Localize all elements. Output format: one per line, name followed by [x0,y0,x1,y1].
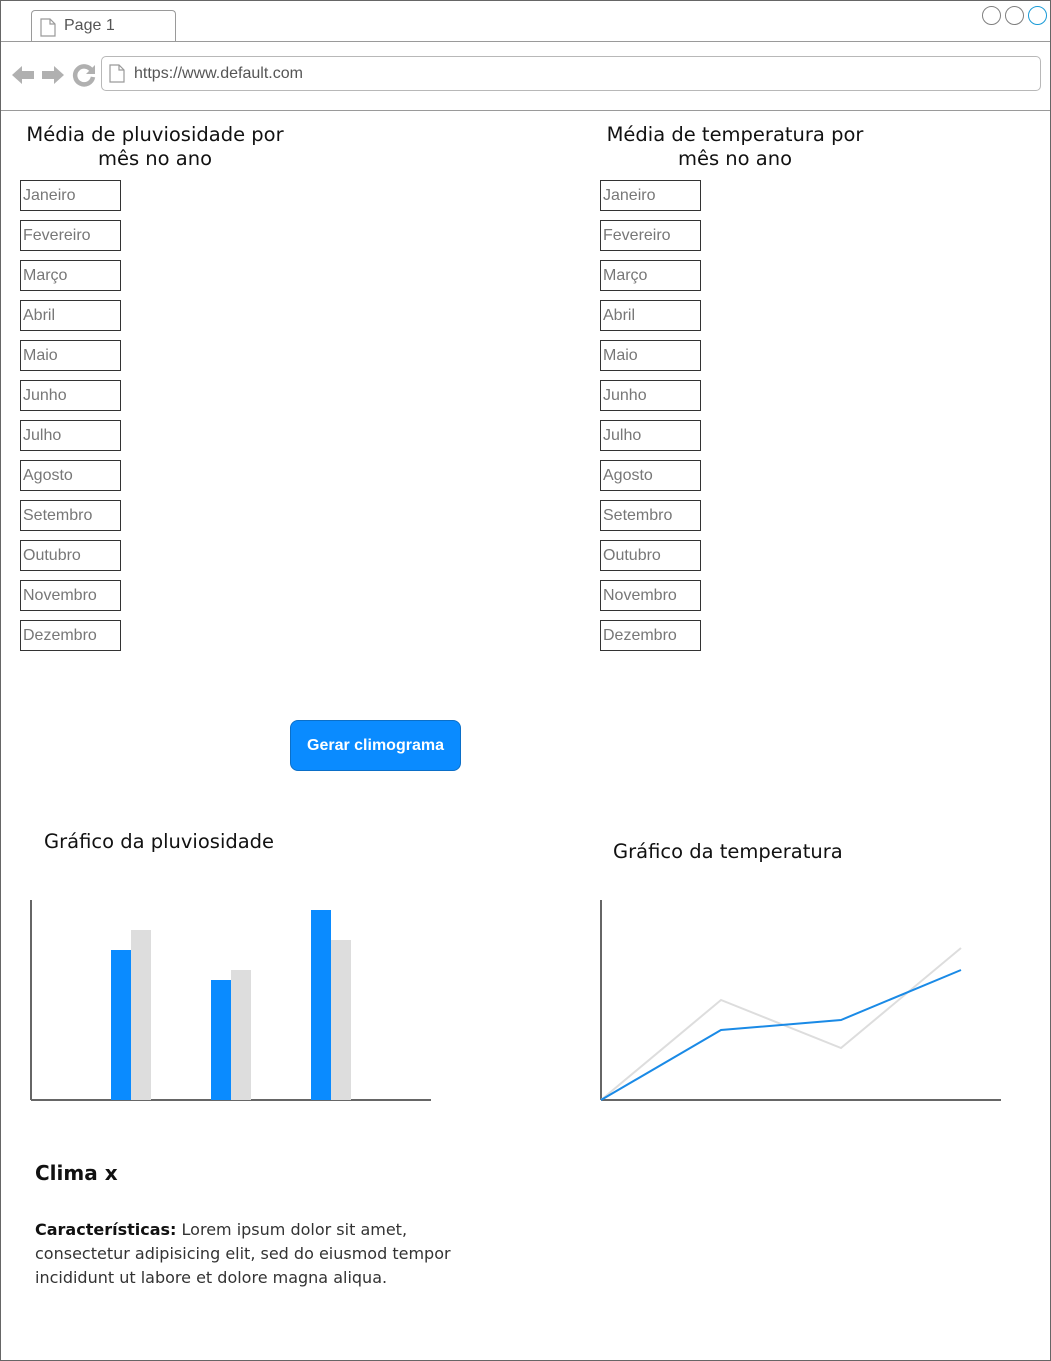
page-icon [40,18,56,37]
rain-input-dezembro[interactable] [20,620,121,651]
rain-title-line-2: mês no ano [97,147,213,170]
window-controls [982,6,1047,25]
url-text: https://www.default.com [134,65,303,82]
temp-line-s0 [600,969,962,1101]
temp-input-abril[interactable] [600,300,701,331]
generate-climogram-button[interactable]: Gerar climograma [290,720,461,771]
rain-input-novembro[interactable] [20,580,121,611]
rain-bar-s1-0 [131,930,151,1100]
rain-title-line-1: Média de pluviosidade por [26,123,284,146]
rain-bar-s0-2 [311,910,331,1100]
page-icon [109,64,125,83]
rain-input-maio[interactable] [20,340,121,371]
temp-section-title: Média de temperatura por mês no ano [590,123,880,171]
temp-input-agosto[interactable] [600,460,701,491]
rain-input-março[interactable] [20,260,121,291]
rain-bar-s0-0 [111,950,131,1100]
temp-input-outubro[interactable] [600,540,701,571]
rain-input-agosto[interactable] [20,460,121,491]
navigation-bar: https://www.default.com [1,42,1050,111]
temp-title-line-1: Média de temperatura por [606,123,864,146]
browser-window: Page 1 https://www.default.com [0,0,1051,1361]
rain-input-setembro[interactable] [20,500,121,531]
temp-input-dezembro[interactable] [600,620,701,651]
rain-input-julho[interactable] [20,420,121,451]
reload-icon[interactable] [72,63,96,87]
temp-title-line-2: mês no ano [677,147,793,170]
close-button[interactable] [1028,6,1047,25]
rain-section-title: Média de pluviosidade por mês no ano [10,123,300,171]
temp-input-fevereiro[interactable] [600,220,701,251]
temp-input-maio[interactable] [600,340,701,371]
rain-input-abril[interactable] [20,300,121,331]
temp-chart-title: Gráfico da temperatura [613,840,843,863]
rain-input-outubro[interactable] [20,540,121,571]
temp-input-março[interactable] [600,260,701,291]
tab-page-1[interactable]: Page 1 [31,10,176,41]
climate-description: Características: Lorem ipsum dolor sit a… [35,1218,455,1290]
rain-input-fevereiro[interactable] [20,220,121,251]
rain-bar-s1-2 [331,940,351,1100]
forward-arrow-icon[interactable] [41,63,65,87]
temp-input-setembro[interactable] [600,500,701,531]
rain-bar-s0-1 [211,980,231,1100]
temp-line-chart [600,900,1001,1101]
rain-bar-s1-1 [231,970,251,1100]
address-bar[interactable]: https://www.default.com [101,56,1041,91]
maximize-button[interactable] [1005,6,1024,25]
temp-input-junho[interactable] [600,380,701,411]
rain-bar-chart [30,900,431,1101]
back-arrow-icon[interactable] [11,63,35,87]
rain-input-junho[interactable] [20,380,121,411]
tab-label: Page 1 [64,17,115,34]
tab-bar: Page 1 [1,1,1050,42]
temp-input-julho[interactable] [600,420,701,451]
minimize-button[interactable] [982,6,1001,25]
characteristics-label: Características: [35,1220,177,1239]
rain-chart-title: Gráfico da pluviosidade [44,830,275,853]
temp-input-janeiro[interactable] [600,180,701,211]
climate-title: Clima x [35,1161,118,1185]
rain-input-janeiro[interactable] [20,180,121,211]
temp-input-novembro[interactable] [600,580,701,611]
